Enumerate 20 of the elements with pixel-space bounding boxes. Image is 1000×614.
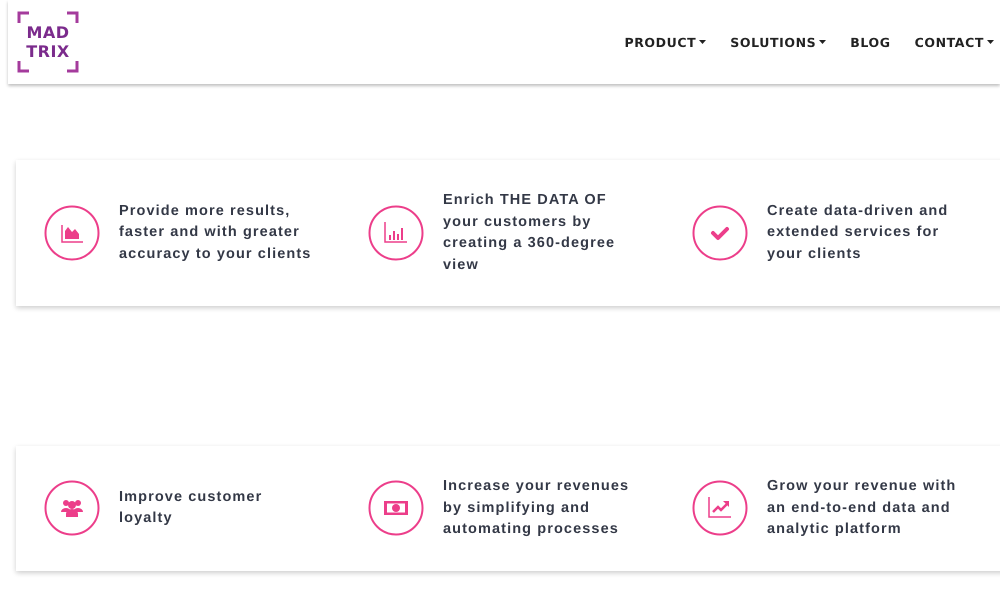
money-icon [368,480,424,536]
nav-link[interactable]: BLOG [838,34,903,50]
people-icon [44,480,100,536]
logo[interactable]: MAD TRIX [17,11,79,73]
trend-icon [692,480,748,536]
feature-text: Enrich THE DATA OF your customers by creating a 360-degree view [443,191,616,274]
feature-text: Create data-driven and extended services for your clients [767,202,950,264]
feature-text: Increase your revenues by simplifying and automating processes [443,477,630,539]
feature-text: Improve customer loyalty [119,488,264,528]
area-chart-icon [44,205,100,261]
caret-icon [699,40,706,44]
nav-link[interactable]: CONTACT [902,34,1000,50]
bar-chart-icon [368,205,424,261]
caret-icon [819,40,826,44]
nav-link[interactable]: SOLUTIONS [718,34,838,50]
nav-link[interactable]: PRODUCT [612,34,718,50]
caret-icon [987,40,994,44]
feature-text: Grow your revenue with an end-to-end data and analytic platform [767,477,958,539]
check-icon [692,205,748,261]
feature-text: Provide more results, faster and with greater accuracy to your clients [119,202,312,264]
